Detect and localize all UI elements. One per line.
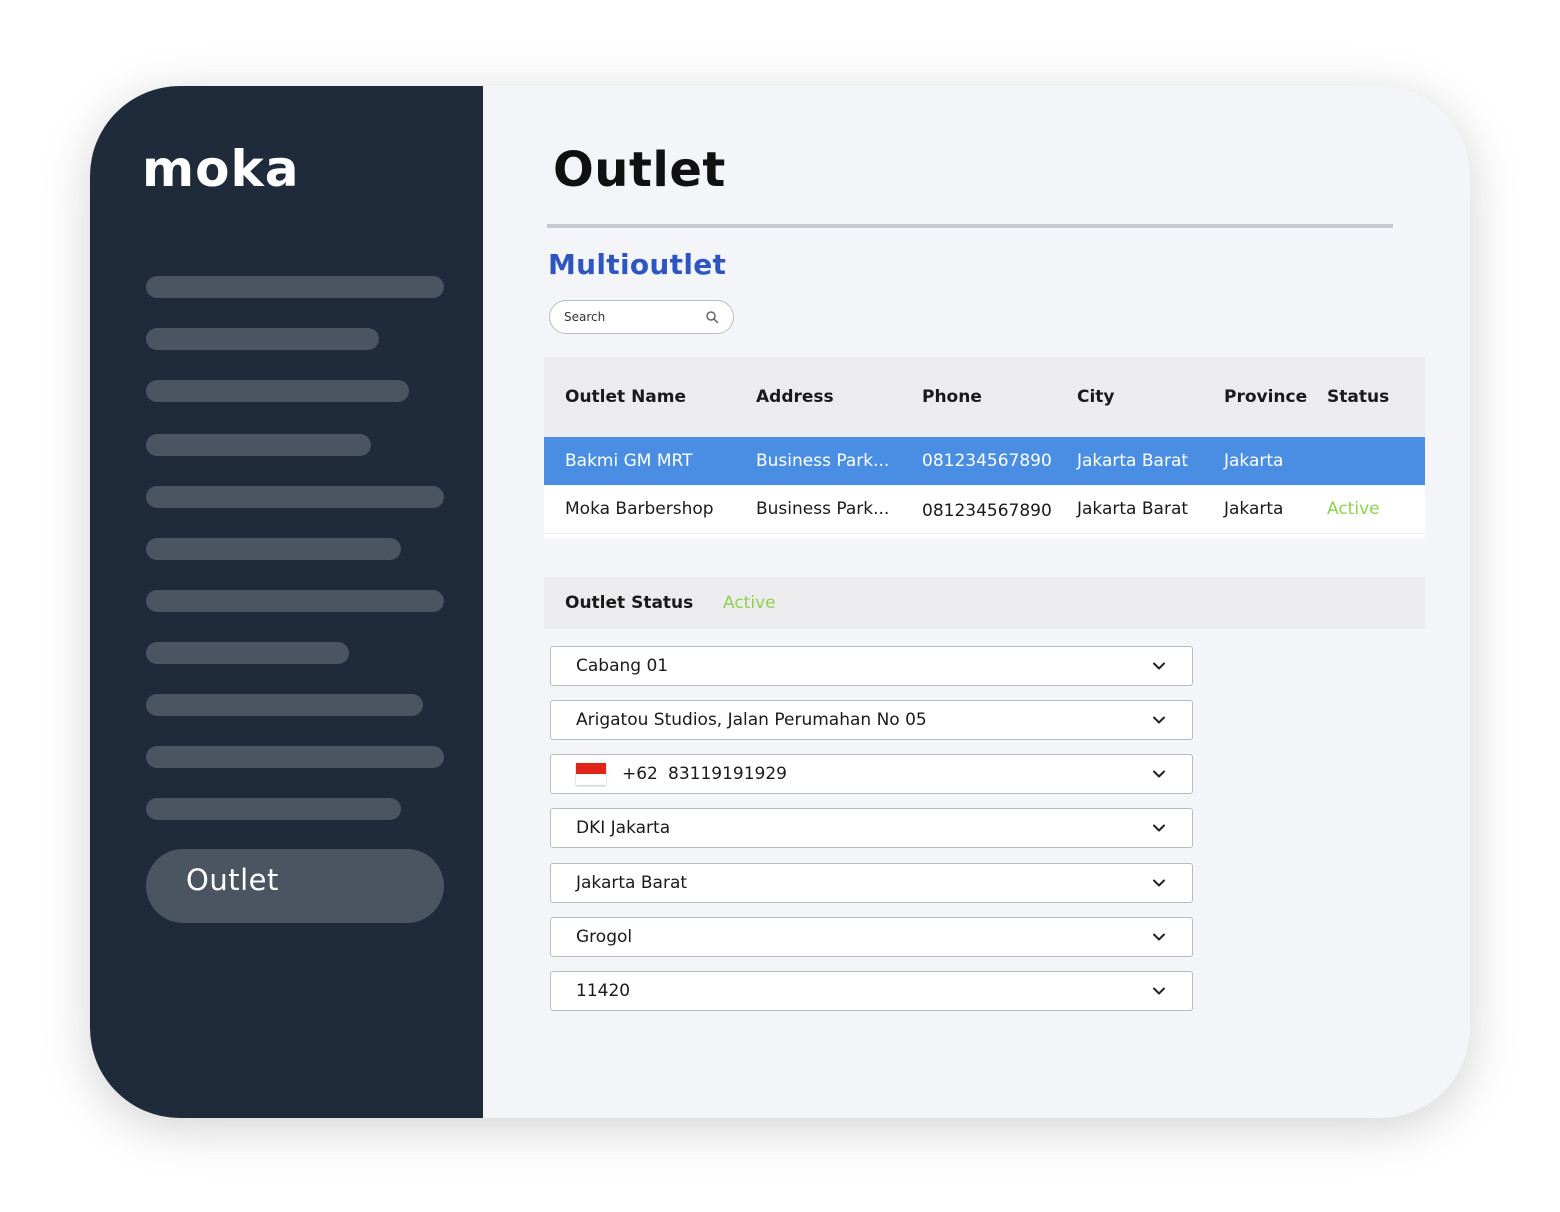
sidebar-placeholder-item bbox=[146, 746, 444, 768]
chevron-down-icon bbox=[1153, 824, 1165, 832]
page-title: Outlet bbox=[553, 142, 726, 198]
cell-outlet-name: Moka Barbershop bbox=[565, 499, 714, 519]
chevron-down-icon bbox=[1153, 933, 1165, 941]
address-select[interactable]: Arigatou Studios, Jalan Perumahan No 05 bbox=[550, 700, 1193, 740]
phone-select[interactable]: +62 83119191929 bbox=[550, 754, 1193, 794]
district-select[interactable]: Grogol bbox=[550, 917, 1193, 957]
dial-code: +62 bbox=[622, 764, 658, 784]
cell-province: Jakarta bbox=[1224, 499, 1284, 519]
outlet-table: Outlet Name Address Phone City Province … bbox=[544, 357, 1425, 538]
cell-status: Active bbox=[1327, 499, 1380, 519]
flag-icon-indonesia bbox=[576, 763, 606, 785]
city-select[interactable]: Jakarta Barat bbox=[550, 863, 1193, 903]
sidebar: moka Outlet bbox=[90, 86, 483, 1118]
sidebar-placeholder-item bbox=[146, 642, 349, 664]
column-header-outlet-name[interactable]: Outlet Name bbox=[565, 357, 686, 437]
column-header-city[interactable]: City bbox=[1077, 357, 1115, 437]
outlet-select-value: Cabang 01 bbox=[576, 656, 669, 676]
address-select-value: Arigatou Studios, Jalan Perumahan No 05 bbox=[576, 710, 927, 730]
chevron-down-icon bbox=[1153, 987, 1165, 995]
cell-phone: 081234567890 bbox=[922, 451, 1052, 471]
sidebar-placeholder-item bbox=[146, 328, 379, 350]
table-row[interactable]: Moka Barbershop Business Park... 0812345… bbox=[544, 485, 1425, 533]
outlet-status-label: Outlet Status bbox=[565, 593, 694, 613]
column-header-province[interactable]: Province bbox=[1224, 357, 1307, 437]
cell-address: Business Park... bbox=[756, 499, 890, 519]
sidebar-placeholder-item bbox=[146, 694, 423, 716]
sidebar-placeholder-item bbox=[146, 590, 444, 612]
postal-code-select[interactable]: 11420 bbox=[550, 971, 1193, 1011]
postal-code-select-value: 11420 bbox=[576, 981, 631, 1001]
column-header-phone[interactable]: Phone bbox=[922, 357, 982, 437]
search-input[interactable] bbox=[564, 307, 694, 327]
outlet-status-bar: Outlet Status Active bbox=[544, 577, 1425, 629]
search-icon[interactable] bbox=[705, 310, 719, 324]
cell-phone: 081234567890 bbox=[922, 501, 1052, 521]
main-content: Outlet Multioutlet Outlet Name Address P… bbox=[483, 86, 1470, 1118]
search-box[interactable] bbox=[549, 300, 734, 334]
chevron-down-icon bbox=[1153, 770, 1165, 778]
province-select[interactable]: DKI Jakarta bbox=[550, 808, 1193, 848]
section-title: Multioutlet bbox=[548, 248, 727, 281]
cell-address: Business Park... bbox=[756, 451, 890, 471]
chevron-down-icon bbox=[1153, 879, 1165, 887]
column-header-status[interactable]: Status bbox=[1327, 357, 1389, 437]
sidebar-item-outlet[interactable]: Outlet bbox=[146, 849, 444, 923]
table-row-selected[interactable]: Bakmi GM MRT Business Park... 0812345678… bbox=[544, 437, 1425, 485]
cell-city: Jakarta Barat bbox=[1077, 451, 1189, 471]
outlet-status-value: Active bbox=[723, 593, 776, 613]
sidebar-placeholder-item bbox=[146, 486, 444, 508]
cell-province: Jakarta bbox=[1224, 451, 1284, 471]
chevron-down-icon bbox=[1153, 716, 1165, 724]
sidebar-placeholder-item bbox=[146, 538, 401, 560]
district-select-value: Grogol bbox=[576, 927, 633, 947]
moka-logo: moka bbox=[142, 140, 300, 198]
title-divider bbox=[547, 224, 1393, 228]
column-header-address[interactable]: Address bbox=[756, 357, 834, 437]
sidebar-placeholder-item bbox=[146, 276, 444, 298]
sidebar-placeholder-item bbox=[146, 434, 371, 456]
sidebar-placeholder-item bbox=[146, 798, 401, 820]
cell-city: Jakarta Barat bbox=[1077, 499, 1189, 519]
city-select-value: Jakarta Barat bbox=[576, 873, 688, 893]
table-header: Outlet Name Address Phone City Province … bbox=[544, 357, 1425, 437]
phone-number: 83119191929 bbox=[668, 764, 787, 784]
app-window: moka Outlet Outlet Multioutlet Outlet Na… bbox=[90, 86, 1470, 1118]
cell-outlet-name: Bakmi GM MRT bbox=[565, 451, 693, 471]
chevron-down-icon bbox=[1153, 662, 1165, 670]
sidebar-placeholder-item bbox=[146, 380, 409, 402]
outlet-select[interactable]: Cabang 01 bbox=[550, 646, 1193, 686]
province-select-value: DKI Jakarta bbox=[576, 818, 671, 838]
